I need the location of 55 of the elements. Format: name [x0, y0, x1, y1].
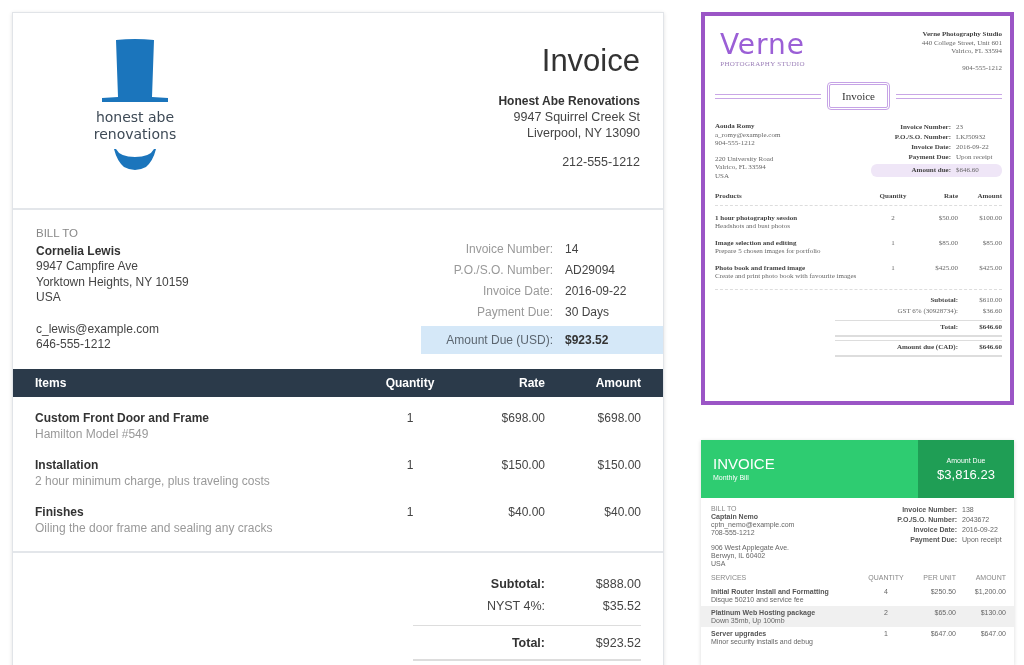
item-name: Installation — [35, 458, 100, 472]
table-cell-text: $150.00 — [596, 458, 641, 474]
table-cell-text: $698.00 — [596, 411, 641, 427]
total-value: $35.52 — [602, 599, 641, 613]
company-phone: 212-555-1212 — [562, 155, 640, 169]
total-label: Subtotal: — [489, 577, 545, 591]
table-cell-text: $40.00 — [603, 505, 641, 521]
bill-to-label: BILL TO — [36, 226, 79, 241]
logo-text: honest abe — [95, 109, 175, 126]
company-address: 9947 Squirrel Creek St — [513, 109, 640, 125]
table-cell-text: $150.00 — [500, 458, 545, 474]
total-value: $923.52 — [595, 635, 641, 650]
client-address: USA — [36, 290, 62, 306]
logo-text: Verne — [719, 30, 806, 60]
invoice-title: INVOICE — [713, 456, 775, 473]
client-address: 9947 Campfire Ave — [36, 259, 139, 275]
column-header: Amount — [594, 376, 641, 390]
amount-due-label: Amount Due (USD): — [445, 333, 553, 347]
item-detail: Hamilton Model #549 — [35, 427, 150, 441]
item-name: Custom Front Door and Frame — [35, 411, 210, 425]
beard-icon — [112, 149, 158, 171]
company-name: Honest Abe Renovations — [498, 93, 640, 109]
company-address: Liverpool, NY 13090 — [526, 125, 640, 141]
top-hat-icon — [100, 39, 170, 105]
table-cell-text: $698.00 — [500, 411, 545, 427]
total-label: NYST 4%: — [485, 599, 545, 613]
item-detail: Oiling the door frame and sealing any cracks — [35, 521, 274, 535]
item-detail: 2 hour minimum charge, plus traveling costs — [35, 474, 271, 488]
meta-value: AD29094 — [565, 262, 616, 277]
client-address: Yorktown Heights, NY 10159 — [36, 274, 189, 290]
table-cell-text: 1 — [405, 411, 415, 427]
invoice-title: Invoice — [541, 43, 640, 79]
column-header: Quantity — [384, 376, 436, 390]
meta-value: 30 Days — [565, 304, 610, 319]
meta-label: P.O./S.O. Number: — [452, 262, 553, 277]
meta-label: Invoice Date: — [481, 283, 553, 298]
client-name: Cornelia Lewis — [36, 243, 122, 259]
amount-due-value: $3,816.23 — [937, 466, 995, 482]
logo-text: renovations — [93, 126, 177, 143]
amount-due-value: $923.52 — [565, 333, 609, 347]
invoice-title: Invoice — [827, 82, 890, 110]
total-label: Total: — [510, 635, 545, 650]
total-value: $888.00 — [595, 577, 641, 591]
table-cell-text: 1 — [405, 505, 415, 521]
table-cell-text: 1 — [405, 458, 415, 474]
client-contact: c_lewis@example.com — [36, 321, 160, 337]
column-header: Rate — [518, 376, 545, 390]
meta-value: 2016-09-22 — [565, 283, 627, 298]
meta-label: Payment Due: — [475, 304, 553, 319]
table-cell-text: $40.00 — [507, 505, 545, 521]
column-header: Items — [35, 376, 68, 390]
meta-value: 14 — [565, 241, 579, 256]
item-name: Finishes — [35, 505, 85, 519]
client-contact: 646-555-1212 — [36, 337, 112, 353]
meta-label: Invoice Number: — [464, 241, 553, 256]
